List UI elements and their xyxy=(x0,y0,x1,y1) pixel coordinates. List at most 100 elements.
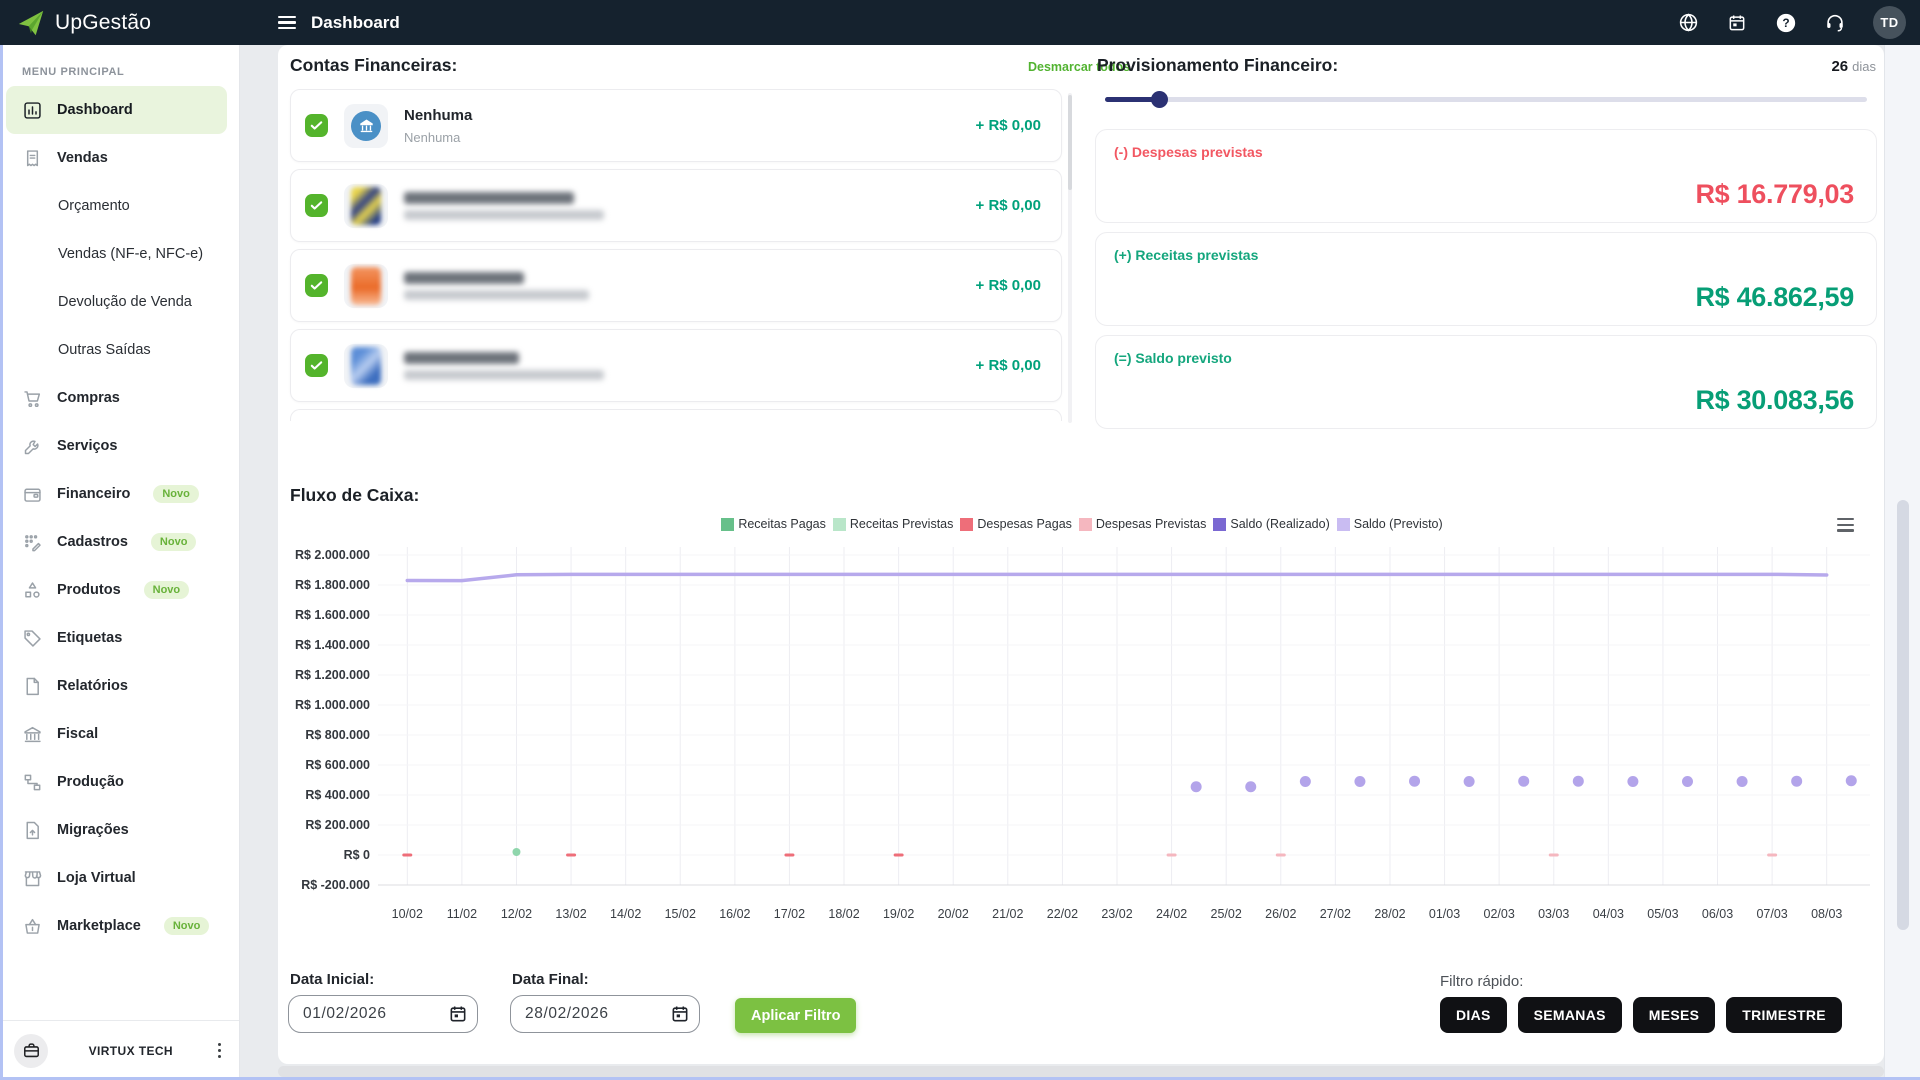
records-icon xyxy=(22,532,43,553)
sidebar-item-label: Outras Saídas xyxy=(58,342,151,358)
svg-text:R$ 1.400.000: R$ 1.400.000 xyxy=(295,638,370,652)
svg-text:05/03: 05/03 xyxy=(1647,907,1678,921)
sidebar-item-compras[interactable]: Compras xyxy=(0,374,239,422)
sidebar-item-vendas-nf-e-nfc-e[interactable]: Vendas (NF-e, NFC-e) xyxy=(0,230,239,278)
avatar[interactable]: TD xyxy=(1873,6,1906,39)
sidebar-item-produtos[interactable]: Produtos Novo xyxy=(0,566,239,614)
account-checkbox[interactable] xyxy=(305,274,328,297)
svg-text:R$ -200.000: R$ -200.000 xyxy=(301,878,370,892)
sidebar-item-migra-es[interactable]: Migrações xyxy=(0,806,239,854)
svg-text:25/02: 25/02 xyxy=(1211,907,1242,921)
sidebar-item-label: Produção xyxy=(57,774,124,790)
sidebar-item-outras-sa-das[interactable]: Outras Saídas xyxy=(0,326,239,374)
redacted-account-subtitle xyxy=(404,209,604,220)
sidebar-item-dashboard[interactable]: Dashboard xyxy=(6,86,227,134)
quick-filter-semanas[interactable]: SEMANAS xyxy=(1517,997,1622,1033)
account-amount: + R$ 0,00 xyxy=(975,357,1041,374)
start-date-calendar-icon[interactable] xyxy=(448,1004,468,1024)
redacted-account-name xyxy=(404,191,574,204)
company-name: VIRTUX TECH xyxy=(88,1043,173,1058)
sidebar-item-cadastros[interactable]: Cadastros Novo xyxy=(0,518,239,566)
sidebar-item-label: Loja Virtual xyxy=(57,870,136,886)
sidebar-item-loja-virtual[interactable]: Loja Virtual xyxy=(0,854,239,902)
provisioning-card-label: (-) Despesas previstas xyxy=(1114,144,1263,160)
briefcase-icon[interactable] xyxy=(14,1033,48,1068)
days-slider[interactable] xyxy=(1105,90,1867,108)
hamburger-menu-icon[interactable] xyxy=(278,15,296,30)
calendar-icon[interactable] xyxy=(1726,12,1748,34)
legend-label: Saldo (Realizado) xyxy=(1230,517,1330,531)
sidebar: MENU PRINCIPAL Dashboard Vendas Orçamento V… xyxy=(0,45,240,1080)
dashboard-icon xyxy=(22,100,43,121)
svg-text:18/02: 18/02 xyxy=(828,907,859,921)
help-icon[interactable]: ? xyxy=(1775,12,1797,34)
legend-swatch xyxy=(1078,517,1092,531)
svg-text:?: ? xyxy=(1782,16,1789,30)
sidebar-item-label: Cadastros xyxy=(57,534,128,550)
sidebar-item-etiquetas[interactable]: Etiquetas xyxy=(0,614,239,662)
account-checkbox[interactable] xyxy=(305,354,328,377)
provisioning-card: (=) Saldo previsto R$ 30.083,56 xyxy=(1095,335,1877,429)
sidebar-item-relat-rios[interactable]: Relatórios xyxy=(0,662,239,710)
legend-item[interactable]: Saldo (Realizado) xyxy=(1213,517,1330,531)
main-panel: Contas Financeiras: Desmarcar todos Nenh… xyxy=(278,45,1884,1064)
account-item[interactable]: + R$ 0,00 xyxy=(290,329,1062,402)
svg-text:15/02: 15/02 xyxy=(665,907,696,921)
sidebar-item-devolu-o-de-venda[interactable]: Devolução de Venda xyxy=(0,278,239,326)
account-list: Nenhuma Nenhuma + R$ 0,00 + R$ 0,00 + R$ 0,0… xyxy=(288,89,1064,425)
novo-badge: Novo xyxy=(153,485,199,503)
apply-filter-button[interactable]: Aplicar Filtro xyxy=(735,998,857,1033)
svg-text:11/02: 11/02 xyxy=(447,907,477,921)
svg-text:24/02: 24/02 xyxy=(1156,907,1187,921)
novo-badge: Novo xyxy=(143,581,190,599)
legend-label: Despesas Previstas xyxy=(1095,517,1207,531)
legend-label: Despesas Pagas xyxy=(977,517,1072,531)
sidebar-item-vendas[interactable]: Vendas xyxy=(0,134,239,182)
sidebar-item-or-amento[interactable]: Orçamento xyxy=(0,182,239,230)
sidebar-item-marketplace[interactable]: Marketplace Novo xyxy=(0,902,239,950)
account-item[interactable]: + R$ 0,00 xyxy=(290,249,1062,322)
quick-filter-dias[interactable]: DIAS xyxy=(1440,997,1507,1033)
legend-swatch xyxy=(1213,517,1227,531)
basket-icon xyxy=(22,916,43,937)
legend-item[interactable]: Despesas Pagas xyxy=(960,517,1072,531)
account-item[interactable]: + R$ 0,00 xyxy=(290,169,1062,242)
days-value: 26 xyxy=(1831,58,1849,75)
redacted-account-name xyxy=(404,271,524,284)
chart-menu-icon[interactable] xyxy=(1834,515,1857,535)
account-checkbox[interactable] xyxy=(305,114,328,137)
app-window: UpGestão Dashboard ? TD MENU PRINCIPAL D… xyxy=(0,0,1920,1080)
legend-item[interactable]: Saldo (Previsto) xyxy=(1336,517,1443,531)
support-icon[interactable] xyxy=(1824,12,1846,34)
svg-text:26/02: 26/02 xyxy=(1265,907,1296,921)
start-date-field-wrap xyxy=(288,995,478,1033)
legend-item[interactable]: Receitas Previstas xyxy=(832,517,954,531)
provisioning-card: (-) Despesas previstas R$ 16.779,03 xyxy=(1095,129,1877,223)
store-icon xyxy=(22,868,43,889)
globe-icon[interactable] xyxy=(1677,12,1699,34)
sidebar-item-fiscal[interactable]: Fiscal xyxy=(0,710,239,758)
end-date-calendar-icon[interactable] xyxy=(670,1004,690,1024)
quick-filter-meses[interactable]: MESES xyxy=(1632,997,1716,1033)
account-texts: Nenhuma Nenhuma xyxy=(404,107,472,145)
days-slider-thumb[interactable] xyxy=(1150,90,1168,108)
svg-text:03/03: 03/03 xyxy=(1538,907,1569,921)
sidebar-item-produ-o[interactable]: Produção xyxy=(0,758,239,806)
window-scrollbar-thumb[interactable] xyxy=(1897,500,1909,930)
legend-item[interactable]: Despesas Previstas xyxy=(1078,517,1207,531)
legend-label: Receitas Previstas xyxy=(849,517,954,531)
account-list-scrollbar-thumb[interactable] xyxy=(1068,95,1072,190)
quick-filter-trimestre[interactable]: TRIMESTRE xyxy=(1726,997,1842,1033)
svg-text:R$ 1.200.000: R$ 1.200.000 xyxy=(295,668,370,682)
account-logo-tile xyxy=(344,103,388,148)
bank-icon xyxy=(22,724,43,745)
sidebar-item-servi-os[interactable]: Serviços xyxy=(0,422,239,470)
legend-item[interactable]: Receitas Pagas xyxy=(721,517,826,531)
svg-text:02/03: 02/03 xyxy=(1484,907,1515,921)
brand-logo-icon xyxy=(16,8,46,38)
horizontal-scrollbar[interactable] xyxy=(278,1066,1884,1077)
account-checkbox[interactable] xyxy=(305,194,328,217)
account-item[interactable]: Nenhuma Nenhuma + R$ 0,00 xyxy=(290,89,1062,162)
more-options-icon[interactable] xyxy=(214,1039,225,1062)
sidebar-item-financeiro[interactable]: Financeiro Novo xyxy=(0,470,239,518)
